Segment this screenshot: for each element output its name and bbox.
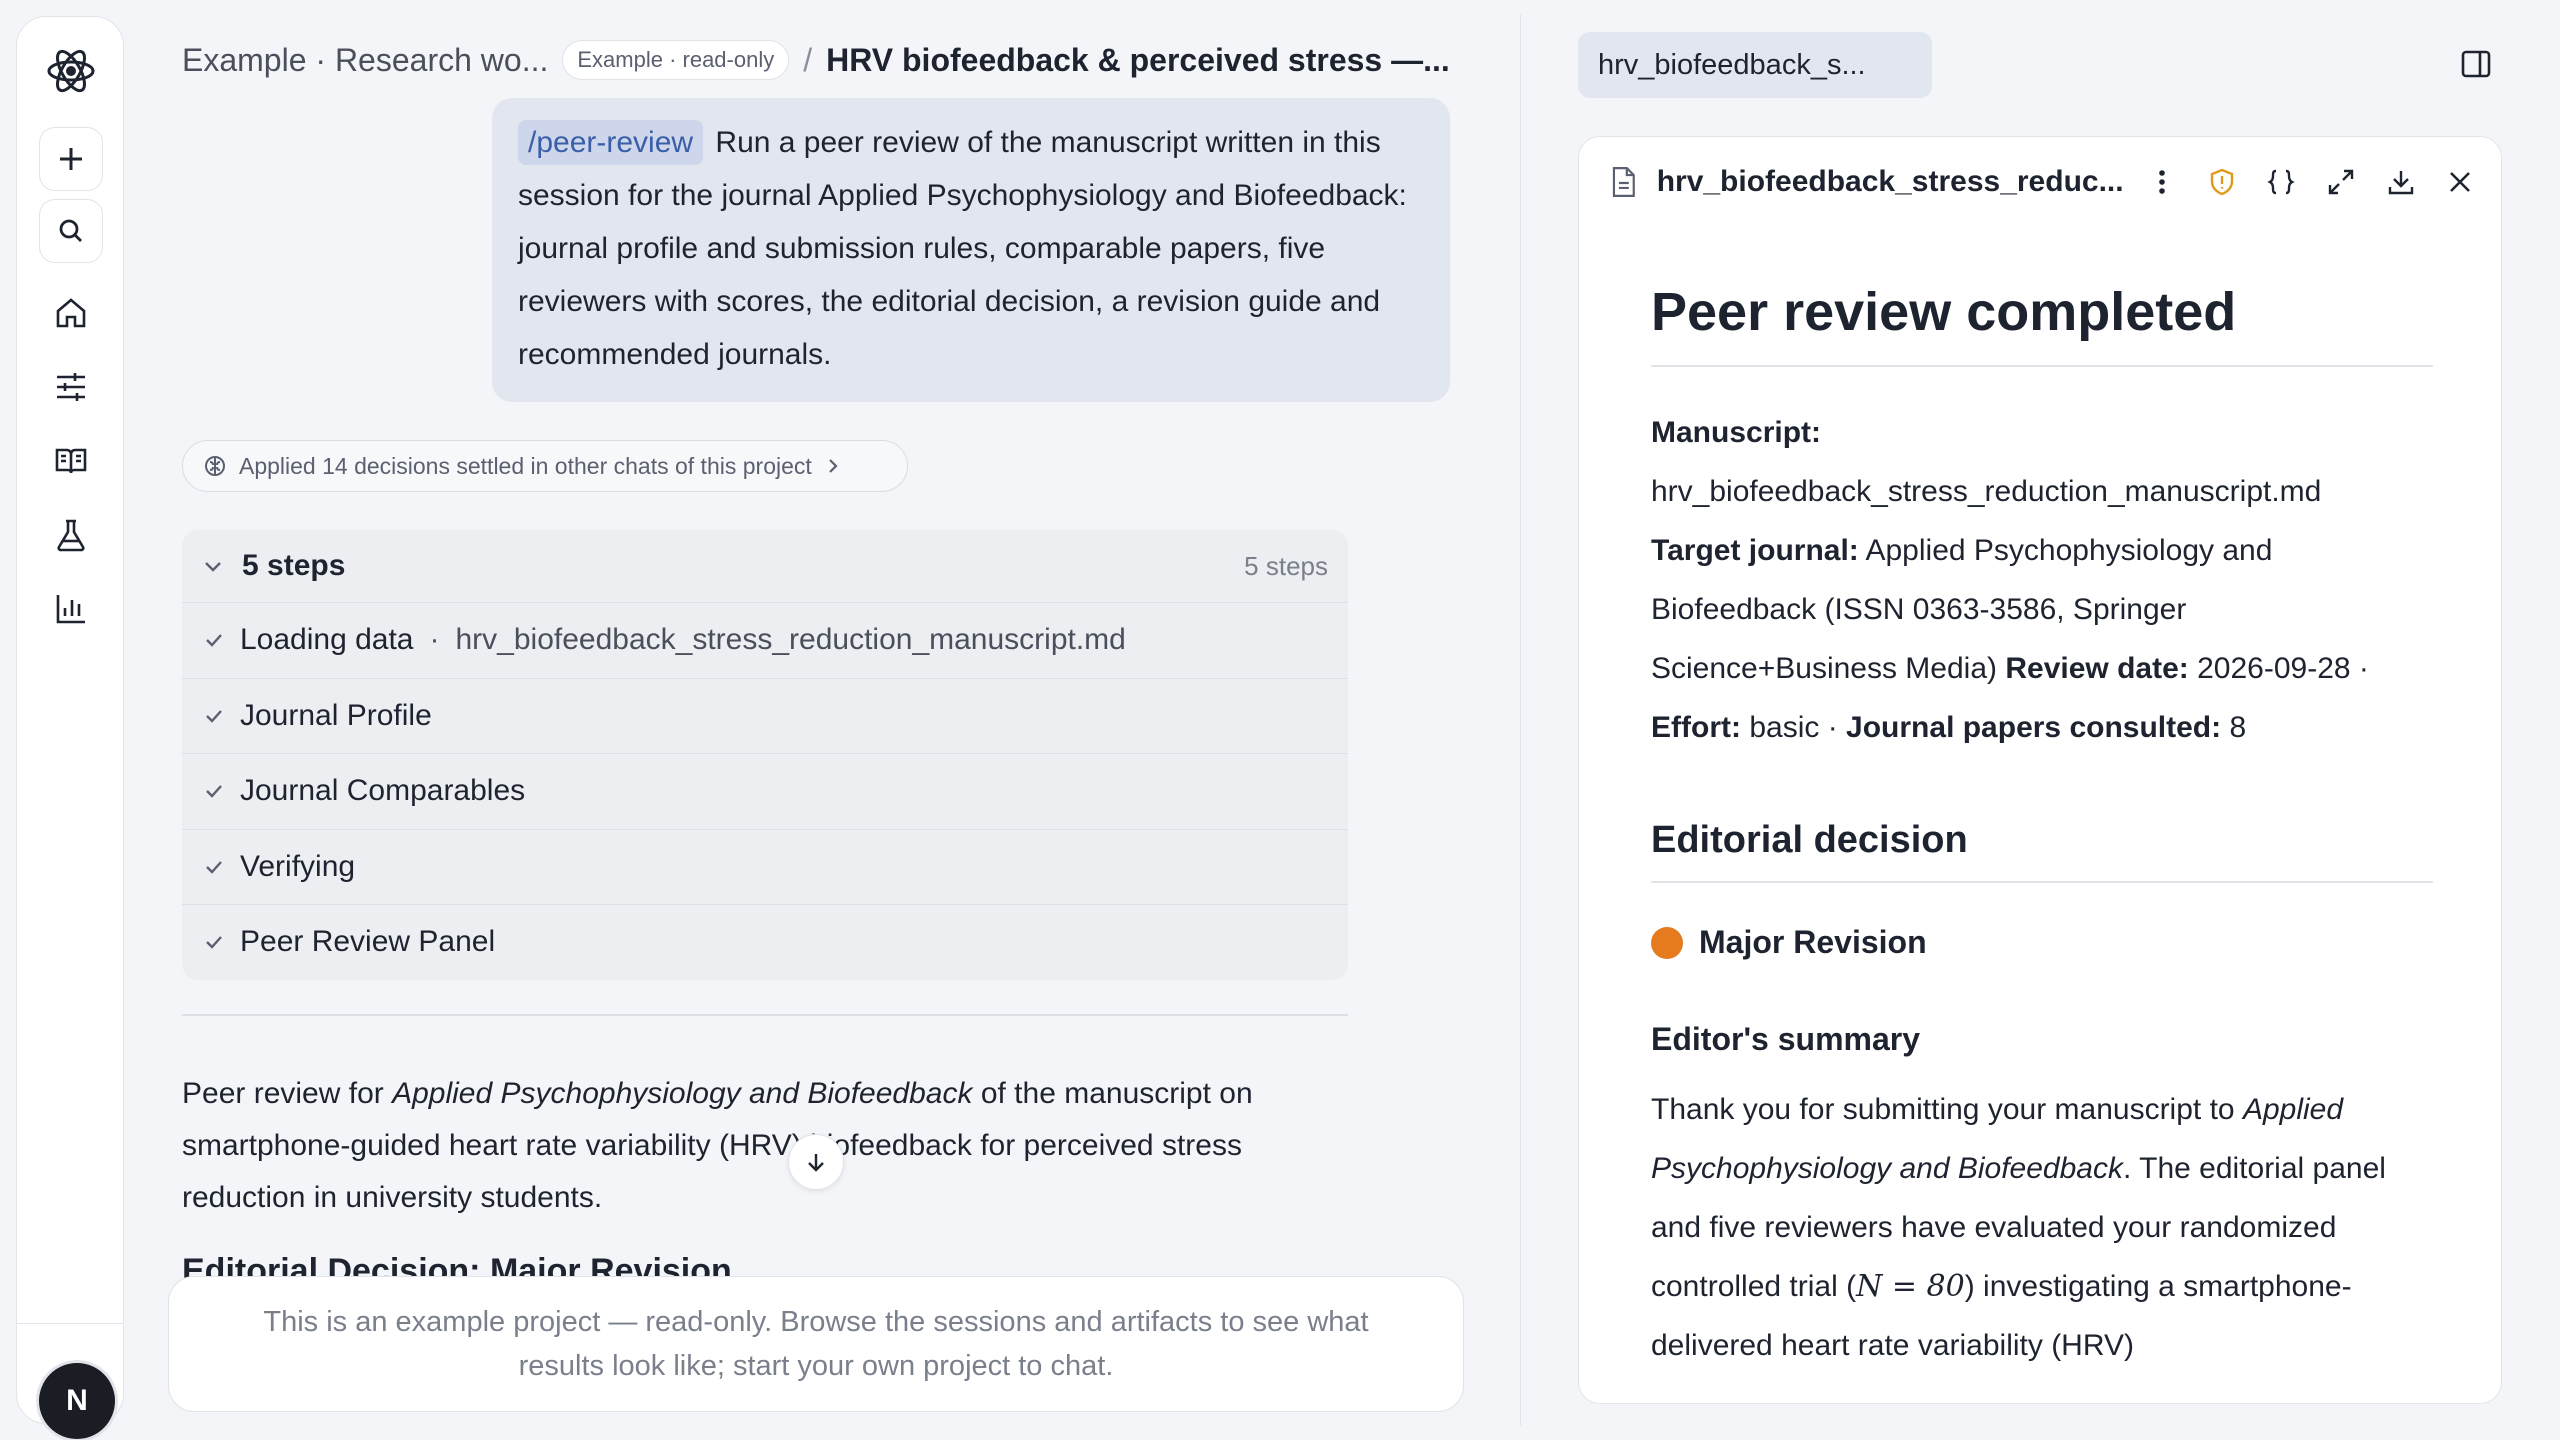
effort-label: Effort: — [1651, 711, 1741, 744]
papers-value: 8 — [2229, 711, 2247, 744]
review-date-label: Review date: — [2005, 652, 2189, 685]
summary-text-1: Thank you for submitting your manuscript… — [1651, 1093, 2235, 1126]
meta-separator: · — [1827, 711, 1847, 744]
artifact-viewer: hrv_biofeedback_stress_reduc... Peer rev… — [1578, 136, 2502, 1404]
step-detail: hrv_biofeedback_stress_reduction_manuscr… — [455, 623, 1126, 657]
chevron-down-icon — [205, 562, 221, 572]
bar-chart-icon — [56, 595, 85, 624]
summary-text: Thank you for submitting your manuscript… — [1651, 1080, 2433, 1375]
decision-status-dot — [1651, 926, 1683, 959]
papers-label: Journal papers consulted: — [1846, 711, 2222, 744]
step-label: Journal Comparables — [240, 774, 526, 808]
scroll-to-bottom-button[interactable] — [788, 1134, 844, 1190]
step-detail-separator: · — [429, 623, 440, 657]
arrow-down-icon — [808, 1154, 824, 1172]
shield-icon[interactable] — [2201, 161, 2243, 203]
home-icon — [56, 298, 86, 328]
breadcrumb-separator: / — [803, 41, 813, 78]
step-label: Verifying — [240, 849, 356, 883]
nav-analytics[interactable] — [45, 583, 97, 635]
search-button[interactable] — [39, 199, 103, 263]
target-journal-label: Target journal: — [1651, 534, 1859, 567]
pane-divider[interactable] — [1520, 14, 1521, 1426]
expand-icon[interactable] — [2320, 161, 2362, 203]
step-item[interactable]: Loading data · hrv_biofeedback_stress_re… — [182, 602, 1348, 678]
decision-value: Major Revision — [1699, 924, 1927, 960]
nav-library[interactable] — [45, 435, 97, 487]
step-item[interactable]: Peer Review Panel — [182, 904, 1348, 980]
answer-text-1: Peer review for — [182, 1077, 384, 1110]
sample-size: N = 80 — [1856, 1269, 1965, 1304]
file-tab-label: hrv_biofeedback_s... — [1598, 48, 1866, 81]
flask-icon — [57, 519, 85, 552]
step-label: Journal Profile — [240, 698, 432, 732]
viewer-filename: hrv_biofeedback_stress_reduc... — [1656, 165, 2124, 198]
summary-heading: Editor's summary — [1651, 1021, 1921, 1057]
rail-divider — [17, 1323, 123, 1324]
read-only-composer: This is an example project — read-only. … — [168, 1276, 1464, 1412]
section-divider — [182, 1014, 1348, 1016]
sidebar-panel-icon — [2461, 50, 2491, 78]
check-icon — [206, 860, 222, 874]
composer-notice: This is an example project — read-only. … — [263, 1306, 1369, 1382]
check-icon — [206, 785, 222, 798]
chevron-right-icon — [829, 459, 838, 473]
book-open-icon — [55, 448, 87, 474]
slash-command: /peer-review — [518, 120, 704, 165]
step-label: Peer Review Panel — [240, 925, 496, 959]
step-item[interactable]: Journal Comparables — [182, 753, 1348, 829]
decision-heading: Editorial decision — [1651, 815, 2433, 883]
nav-settings[interactable] — [45, 361, 97, 413]
more-vertical-icon[interactable] — [2142, 161, 2184, 203]
file-icon — [1612, 167, 1635, 197]
plus-icon — [60, 148, 82, 170]
assistant-message: Peer review for Applied Psychophysiology… — [182, 1068, 1348, 1224]
breadcrumb: Example · Research wo... Example · read-… — [182, 36, 1450, 84]
avatar[interactable]: N — [39, 1363, 115, 1439]
brain-icon — [205, 456, 225, 476]
panel-toggle-button[interactable] — [2456, 44, 2496, 84]
new-chat-button[interactable] — [39, 127, 103, 191]
user-message: /peer-review Run a peer review of the ma… — [492, 98, 1450, 402]
nav-lab[interactable] — [45, 509, 97, 561]
braces-icon[interactable] — [2261, 161, 2303, 203]
chat-title[interactable]: HRV biofeedback & perceived stress —... — [826, 42, 1450, 79]
read-only-badge: Example · read-only — [562, 40, 790, 80]
steps-count: 5 steps — [1244, 550, 1328, 581]
doc-meta: Manuscript: hrv_biofeedback_stress_reduc… — [1651, 403, 2433, 757]
step-label: Loading data — [240, 623, 414, 657]
steps-panel: 5 steps 5 steps Loading data · hrv_biofe… — [182, 530, 1348, 980]
step-item[interactable]: Journal Profile — [182, 677, 1348, 754]
decision-badge: Major Revision — [1651, 913, 2433, 972]
check-icon — [206, 634, 222, 647]
app-rail: N — [16, 16, 124, 1439]
breadcrumb-project[interactable]: Example · Research wo... — [182, 42, 548, 79]
effort-value: basic — [1749, 711, 1820, 744]
decisions-chip[interactable]: Applied 14 decisions settled in other ch… — [182, 440, 908, 492]
manuscript-value: hrv_biofeedback_stress_reduction_manuscr… — [1651, 475, 2322, 508]
artifact-document: Peer review completed Manuscript: hrv_bi… — [1651, 277, 2433, 1375]
step-item[interactable]: Verifying — [182, 828, 1348, 905]
search-icon — [59, 219, 82, 242]
nav-home[interactable] — [45, 287, 97, 339]
viewer-toolbar: hrv_biofeedback_stress_reduc... — [1579, 137, 2501, 227]
close-icon[interactable] — [2439, 161, 2481, 203]
doc-title: Peer review completed — [1651, 277, 2433, 367]
steps-header[interactable]: 5 steps 5 steps — [182, 530, 1348, 602]
file-tab[interactable]: hrv_biofeedback_s... — [1578, 32, 1932, 98]
review-date-value: 2026-09-28 — [2197, 652, 2351, 685]
answer-journal: Applied Psychophysiology and Biofeedback — [392, 1077, 973, 1110]
steps-title: 5 steps — [242, 549, 346, 582]
check-icon — [206, 709, 222, 723]
sliders-icon — [57, 373, 85, 401]
meta-separator: · — [2358, 652, 2369, 685]
decisions-chip-label: Applied 14 decisions settled in other ch… — [239, 452, 812, 479]
manuscript-label: Manuscript: — [1651, 416, 1822, 449]
atom-icon[interactable] — [43, 43, 99, 99]
download-icon[interactable] — [2380, 161, 2422, 203]
check-icon — [206, 936, 222, 949]
avatar-initial: N — [66, 1384, 88, 1417]
